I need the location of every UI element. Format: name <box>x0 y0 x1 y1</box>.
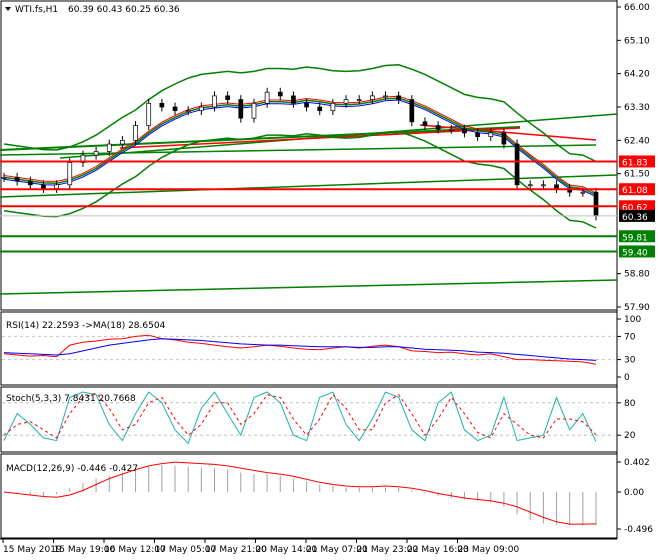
candle-body <box>67 162 73 186</box>
candle-body <box>1 177 7 179</box>
level-label: 61.08 <box>622 186 648 196</box>
candle-body <box>93 151 99 156</box>
price-tick-label: 65.10 <box>624 36 650 46</box>
candle-body <box>106 143 112 152</box>
candle-body <box>330 102 336 112</box>
price-tick-label: 62.40 <box>624 136 650 146</box>
candle-body <box>527 184 533 187</box>
candle-body <box>198 106 204 112</box>
chart-canvas[interactable]: 66.00 65.10 64.20 63.30 62.40 61.50 58.80 57.90… <box>0 0 660 560</box>
level-label: 61.83 <box>622 158 648 168</box>
candle-body <box>343 99 349 104</box>
macd-tick-label: 0.402 <box>624 458 650 468</box>
rsi-tick-label: 0 <box>624 373 630 383</box>
candle-body <box>185 110 191 113</box>
candle-body <box>435 125 441 130</box>
collapse-triangle-icon <box>5 7 11 11</box>
candle-body <box>277 91 283 97</box>
candle-body <box>383 95 388 98</box>
stoch-title: Stoch(5,3,3) 7.8431 20.7668 <box>6 394 136 404</box>
candle-body <box>593 191 599 217</box>
macd-title: MACD(12,26,9) -0.446 -0.427 <box>6 464 138 474</box>
candle-body <box>541 184 546 187</box>
candle-body <box>409 99 415 123</box>
time-tick-label: 23 May 09:00 <box>458 545 520 555</box>
candle-body <box>501 132 507 145</box>
candle-body <box>120 139 125 145</box>
stoch-tick-label: 80 <box>624 399 636 409</box>
candle-body <box>133 125 138 141</box>
rsi-title: RSI(14) 22.2593 ->MA(18) 28.6504 <box>6 321 166 331</box>
candle-body <box>159 102 165 108</box>
chart-ohlc: 60.39 60.43 60.25 60.36 <box>68 5 180 15</box>
ma-slow <box>3 99 597 198</box>
rsi-tick-label: 100 <box>624 315 641 325</box>
candle-body <box>304 102 309 108</box>
candle-body <box>475 132 480 137</box>
level-label: 59.81 <box>622 233 648 243</box>
price-tick-label: 66.00 <box>624 3 650 13</box>
candle-body <box>54 184 59 189</box>
candle-body <box>41 184 46 189</box>
candle-body <box>370 95 375 100</box>
candle-body <box>317 106 323 112</box>
trendline <box>0 126 521 151</box>
trading-chart[interactable]: 66.00 65.10 64.20 63.30 62.40 61.50 58.80 57.90… <box>0 0 660 560</box>
candle-body <box>27 180 33 186</box>
candle-body <box>462 128 467 134</box>
rsi-tick-label: 70 <box>624 332 636 342</box>
candle-body <box>291 95 296 104</box>
candle-body <box>396 95 402 100</box>
trendline <box>119 127 521 149</box>
candle-body <box>264 91 270 104</box>
candle-body <box>580 191 586 194</box>
price-tick-label: 57.90 <box>624 303 650 313</box>
candle-body <box>238 99 244 119</box>
candle-body <box>554 184 559 189</box>
rsi-tick-label: 30 <box>624 356 636 366</box>
price-tick-label: 61.50 <box>624 170 650 180</box>
candle-body <box>146 102 152 126</box>
candle-body <box>172 106 178 112</box>
candle-body <box>212 95 217 108</box>
macd-tick-label: -0.496 <box>624 525 653 535</box>
candle-body <box>448 128 454 131</box>
stoch-tick-label: 20 <box>624 431 636 441</box>
price-tick-label: 58.80 <box>624 270 650 280</box>
price-tick-label: 63.30 <box>624 103 650 113</box>
candle-body <box>422 121 428 126</box>
candle-body <box>14 177 20 182</box>
level-label: 59.40 <box>622 248 648 258</box>
trendline <box>0 279 618 295</box>
candle-body <box>225 95 230 100</box>
candle-body <box>514 143 520 186</box>
macd-tick-label: 0.00 <box>624 488 644 498</box>
candle-body <box>488 132 494 137</box>
price-tick-label: 64.20 <box>624 70 650 80</box>
current-price-label: 60.36 <box>622 213 648 223</box>
chart-symbol: WTI.fs,H1 <box>15 5 58 15</box>
candle-body <box>356 99 362 101</box>
candle-body <box>251 102 257 119</box>
